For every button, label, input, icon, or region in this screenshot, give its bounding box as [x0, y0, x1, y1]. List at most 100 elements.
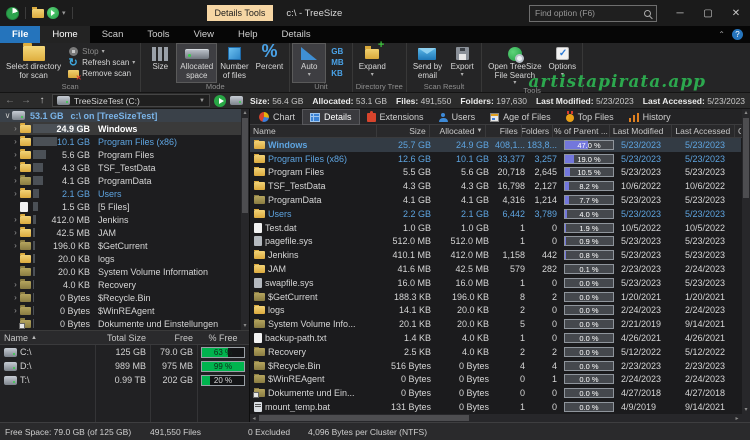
tree-row-c-on-treesizetest[interactable]: ∨53.1 GBc:\ on [TreeSizeTest]: [0, 109, 241, 122]
context-tab-details-tools[interactable]: Details Tools: [207, 5, 274, 21]
select-directory-for-scan-button[interactable]: Select directory for scan: [3, 44, 64, 82]
table-row-programdata[interactable]: ProgramData4.1 GB4.1 GB4,3161,2147.7 %5/…: [250, 193, 741, 207]
table-row-program-files-x86[interactable]: Program Files (x86)12.6 GB10.1 GB33,3773…: [250, 152, 741, 166]
minimize-button[interactable]: ─: [666, 0, 694, 26]
tree-row-recycle-bin[interactable]: ›0 Bytes$Recycle.Bin: [0, 291, 241, 304]
number-of-files-button[interactable]: Number of files: [217, 44, 251, 82]
column-header-name[interactable]: Name: [250, 125, 377, 137]
allocated-space-button[interactable]: Allocated space: [177, 44, 216, 82]
column-header-owner[interactable]: Owner: [735, 125, 741, 137]
table-scroll-thumb[interactable]: [743, 118, 749, 198]
table-row-recovery[interactable]: Recovery2.5 KB4.0 KB220.0 %5/12/20225/12…: [250, 345, 741, 359]
table-row-program-files[interactable]: Program Files5.5 GB5.6 GB20,7182,64510.5…: [250, 166, 741, 180]
find-option-search[interactable]: Find option (F6): [529, 5, 657, 22]
scroll-down-icon[interactable]: ▾: [241, 322, 249, 330]
scroll-right-icon[interactable]: ▸: [733, 414, 741, 422]
tab-details[interactable]: Details: [270, 26, 323, 43]
remove-scan-button[interactable]: Remove scan: [67, 68, 135, 79]
tree-expander-icon[interactable]: ›: [11, 215, 20, 224]
table-row-tsf-testdata[interactable]: TSF_TestData4.3 GB4.3 GB16,7982,1278.2 %…: [250, 179, 741, 193]
tree-row-5-files[interactable]: 1.5 GB[5 Files]: [0, 200, 241, 213]
tree-expander-icon[interactable]: ›: [11, 241, 20, 250]
scroll-left-icon[interactable]: ◂: [250, 414, 258, 422]
refresh-scan-button[interactable]: Refresh scan▾: [67, 57, 135, 68]
quick-access-dropdown-icon[interactable]: ▾: [62, 9, 66, 17]
scroll-down-icon[interactable]: ▾: [742, 406, 750, 414]
table-row-users[interactable]: Users2.2 GB2.1 GB6,4423,7894.0 %5/23/202…: [250, 207, 741, 221]
table-scrollbar[interactable]: ▴ ▾: [742, 109, 750, 414]
table-row-recycle-bin[interactable]: $Recycle.Bin516 Bytes0 Bytes440.0 %2/23/…: [250, 359, 741, 373]
tree-row-tsf-testdata[interactable]: ›4.3 GBTSF_TestData: [0, 161, 241, 174]
tree-scroll-thumb[interactable]: [242, 118, 248, 213]
tree-row-logs[interactable]: 20.0 KBlogs: [0, 252, 241, 265]
help-icon[interactable]: ?: [732, 29, 743, 40]
table-row-test-dat[interactable]: Test.dat1.0 GB1.0 GB101.9 %10/5/202210/5…: [250, 221, 741, 235]
tab-users[interactable]: Users: [432, 110, 483, 124]
table-row-getcurrent[interactable]: $GetCurrent188.3 KB196.0 KB820.0 %1/20/2…: [250, 290, 741, 304]
tree-row-system-volume-information[interactable]: 20.0 KBSystem Volume Information: [0, 265, 241, 278]
tab-view[interactable]: View: [182, 26, 226, 43]
drives-column-free[interactable]: % Free: [197, 331, 249, 344]
up-icon[interactable]: ↑: [36, 95, 48, 106]
table-row-system-volume-info[interactable]: System Volume Info...20.1 KB20.0 KB500.0…: [250, 317, 741, 331]
expand-button[interactable]: Expand▾: [356, 44, 389, 82]
tab-age-of-files[interactable]: Age of Files: [483, 110, 558, 124]
tree-expander-icon[interactable]: ›: [11, 124, 20, 133]
column-header-folders[interactable]: Folders: [522, 125, 553, 137]
tab-chart[interactable]: Chart: [252, 110, 302, 124]
table-row-logs[interactable]: logs14.1 KB20.0 KB200.0 %2/24/20232/24/2…: [250, 304, 741, 318]
drives-column-name[interactable]: Name▲: [0, 331, 95, 344]
auto-button[interactable]: Auto▾: [293, 44, 325, 82]
close-button[interactable]: ✕: [722, 0, 750, 26]
table-row-backup-path-txt[interactable]: backup-path.txt1.4 KB4.0 KB100.0 %4/26/2…: [250, 331, 741, 345]
tree-row-program-files[interactable]: ›5.6 GBProgram Files: [0, 148, 241, 161]
table-row-jam[interactable]: JAM41.6 MB42.5 MB5792820.1 %2/23/20232/2…: [250, 262, 741, 276]
drive-row-c[interactable]: C:\125 GB79.0 GB63 %: [0, 345, 249, 359]
table-row-windows[interactable]: Windows25.7 GB24.9 GB408,1...183,8...47.…: [250, 138, 741, 152]
collapse-ribbon-icon[interactable]: ⌃: [718, 30, 725, 39]
tree-expander-icon[interactable]: ›: [11, 280, 20, 289]
column-header-last-modified[interactable]: Last Modified: [610, 125, 673, 137]
forward-icon[interactable]: →: [20, 95, 32, 106]
maximize-button[interactable]: ▢: [694, 0, 722, 26]
tree-expander-icon[interactable]: ∨: [3, 111, 12, 120]
tab-scan[interactable]: Scan: [90, 26, 136, 43]
table-row-winreagent[interactable]: $WinREAgent0 Bytes0 Bytes010.0 %2/24/202…: [250, 373, 741, 387]
mb-unit-button[interactable]: MB: [326, 57, 348, 68]
scroll-up-icon[interactable]: ▴: [742, 109, 750, 117]
tree-row-users[interactable]: ›2.1 GBUsers: [0, 187, 241, 200]
tree-row-jenkins[interactable]: ›412.0 MBJenkins: [0, 213, 241, 226]
column-header-files[interactable]: Files: [486, 125, 521, 137]
back-icon[interactable]: ←: [4, 95, 16, 106]
table-row-dokumente-und-ein[interactable]: Dokumente und Ein...0 Bytes0 Bytes000.0 …: [250, 386, 741, 400]
tree-row-program-files-x86[interactable]: ›10.1 GBProgram Files (x86): [0, 135, 241, 148]
tree-row-winreagent[interactable]: ›0 Bytes$WinREAgent: [0, 304, 241, 317]
export-button[interactable]: Export▾: [446, 44, 478, 82]
column-header-allocated[interactable]: Allocated▼: [430, 125, 487, 137]
drives-column-total-size[interactable]: Total Size: [95, 331, 150, 344]
tree-expander-icon[interactable]: ›: [11, 137, 20, 146]
tree-row-getcurrent[interactable]: ›196.0 KB$GetCurrent: [0, 239, 241, 252]
start-scan-icon[interactable]: [214, 95, 226, 107]
tree-row-programdata[interactable]: ›4.1 GBProgramData: [0, 174, 241, 187]
tab-tools[interactable]: Tools: [135, 26, 181, 43]
tab-extensions[interactable]: Extensions: [360, 110, 431, 124]
tree-row-windows[interactable]: ›24.9 GBWindows: [0, 122, 241, 135]
tab-home[interactable]: Home: [40, 26, 89, 43]
drive-row-t[interactable]: T:\0.99 TB202 GB20 %: [0, 373, 249, 387]
percent-button[interactable]: Percent: [253, 44, 287, 82]
tree-row-dokumente-und-einstellungen[interactable]: 0 BytesDokumente und Einstellungen: [0, 317, 241, 330]
scroll-up-icon[interactable]: ▴: [241, 109, 249, 117]
tab-details[interactable]: Details: [303, 110, 359, 124]
tree-expander-icon[interactable]: ›: [11, 293, 20, 302]
gb-unit-button[interactable]: GB: [326, 46, 348, 57]
table-row-pagefile-sys[interactable]: pagefile.sys512.0 MB512.0 MB100.9 %5/23/…: [250, 235, 741, 249]
tree-expander-icon[interactable]: ›: [11, 228, 20, 237]
open-folder-icon[interactable]: [32, 9, 44, 18]
tree-expander-icon[interactable]: ›: [11, 163, 20, 172]
horizontal-scrollbar[interactable]: ◂ ▸: [250, 414, 750, 422]
tab-file[interactable]: File: [0, 26, 40, 43]
kb-unit-button[interactable]: KB: [326, 68, 348, 79]
tree-expander-icon[interactable]: ›: [11, 176, 20, 185]
drives-column-free[interactable]: Free: [150, 331, 197, 344]
